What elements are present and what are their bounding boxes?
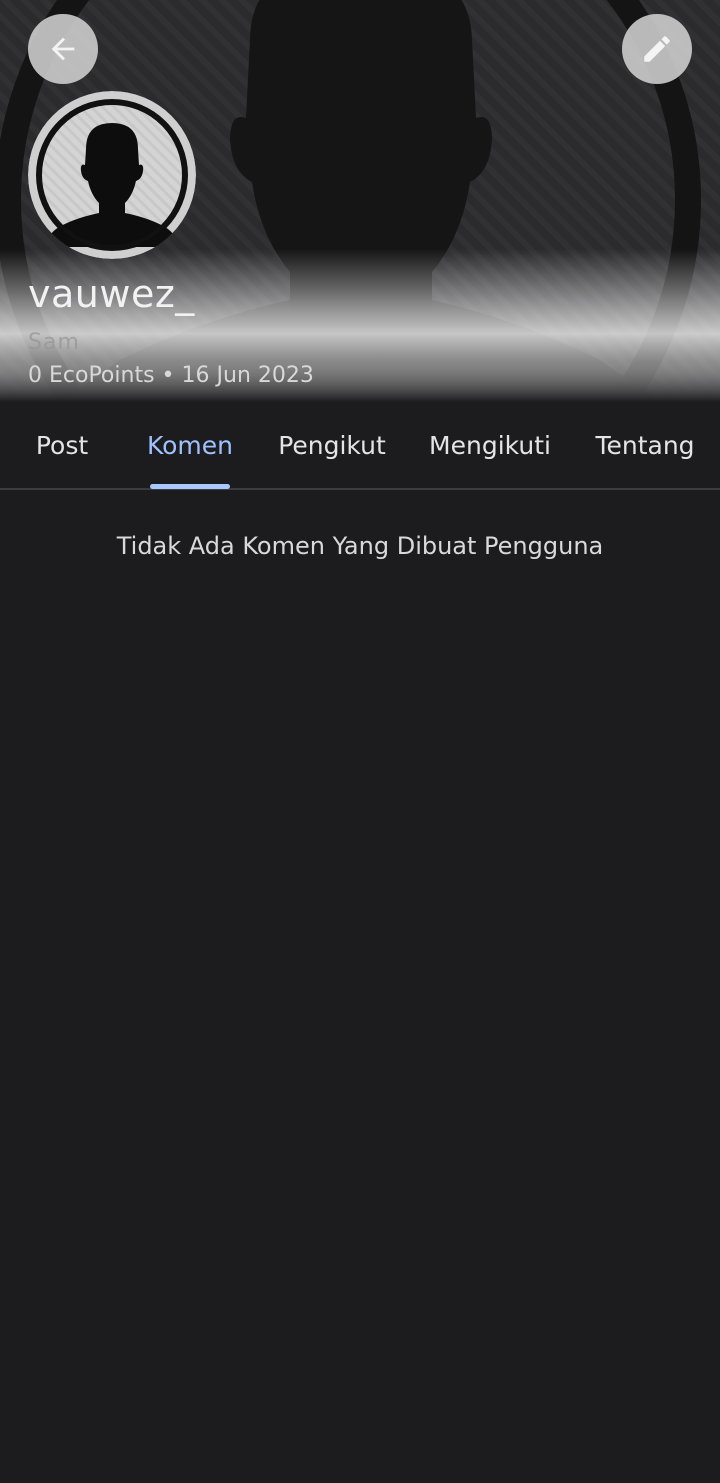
empty-comments-message: Tidak Ada Komen Yang Dibuat Pengguna xyxy=(116,532,604,560)
user-silhouette-icon xyxy=(28,91,196,259)
edit-profile-button[interactable] xyxy=(622,14,692,84)
avatar[interactable] xyxy=(28,91,196,259)
profile-cover: vauwez_ Sam 0 EcoPoints • 16 Jun 2023 xyxy=(0,0,720,402)
tab-post[interactable]: Post xyxy=(0,402,124,488)
arrow-left-icon xyxy=(51,37,75,61)
tab-pengikut[interactable]: Pengikut xyxy=(256,402,408,488)
joined-date: 16 Jun 2023 xyxy=(181,363,314,388)
profile-screen: vauwez_ Sam 0 EcoPoints • 16 Jun 2023 Po… xyxy=(0,0,720,1483)
tab-mengikuti[interactable]: Mengikuti xyxy=(408,402,572,488)
username: vauwez_ xyxy=(28,272,195,316)
active-tab-indicator xyxy=(150,484,230,489)
tab-tentang[interactable]: Tentang xyxy=(572,402,718,488)
profile-tabs: Post Komen Pengikut Mengikuti Tentang xyxy=(0,402,720,490)
display-name: Sam xyxy=(28,330,80,355)
pencil-icon xyxy=(644,36,670,62)
profile-meta: 0 EcoPoints • 16 Jun 2023 xyxy=(28,363,314,388)
meta-separator: • xyxy=(161,363,175,388)
back-button[interactable] xyxy=(28,14,98,84)
tab-komen[interactable]: Komen xyxy=(124,402,256,488)
ecopoints-count: 0 EcoPoints xyxy=(28,363,155,388)
